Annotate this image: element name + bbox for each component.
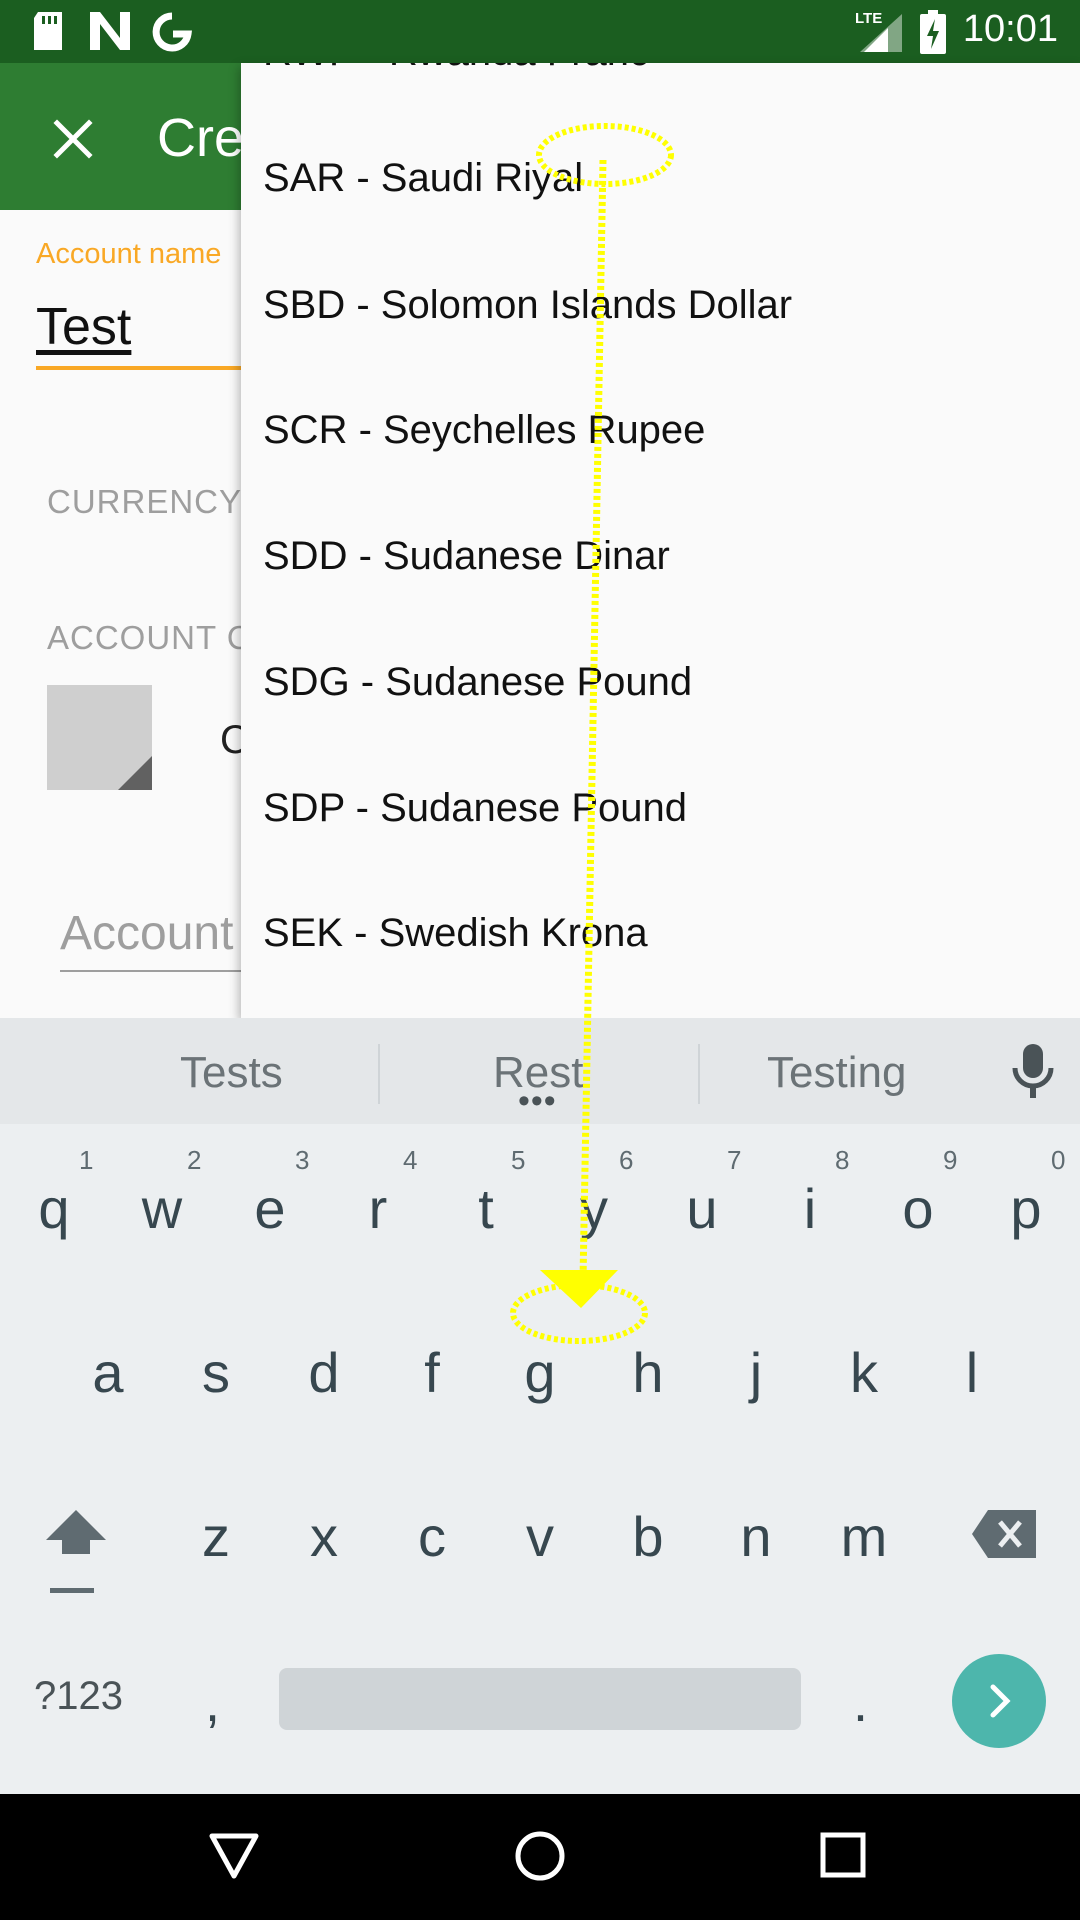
description-field[interactable]: Account — [60, 906, 233, 961]
account-name-field[interactable]: Test — [36, 297, 131, 357]
shift-key[interactable] — [44, 1508, 108, 1599]
symbols-key[interactable]: ?123 — [34, 1674, 123, 1719]
key-z[interactable]: z — [166, 1504, 266, 1569]
backspace-key[interactable] — [972, 1510, 1036, 1563]
dropdown-item[interactable]: SDP - Sudanese Pound — [263, 786, 687, 831]
back-icon[interactable] — [209, 1832, 259, 1885]
account-color-label: ACCOUNT C — [47, 619, 252, 656]
n-notification-icon — [90, 12, 130, 55]
key-l[interactable]: l — [922, 1340, 1022, 1405]
key-j[interactable]: j — [706, 1340, 806, 1405]
suggestion-bar: Tests Rest ••• Testing — [0, 1018, 1080, 1124]
account-name-label: Account name — [36, 238, 222, 270]
key-h[interactable]: h — [598, 1340, 698, 1405]
key-n[interactable]: n — [706, 1504, 806, 1569]
recent-apps-icon[interactable] — [820, 1832, 866, 1883]
dropdown-item[interactable]: SEK - Swedish Krona — [263, 911, 648, 956]
swatch-corner-indicator — [118, 756, 152, 790]
suggestion-item[interactable]: Testing — [767, 1048, 906, 1098]
status-time: 10:01 — [962, 8, 1058, 50]
key-x[interactable]: x — [274, 1504, 374, 1569]
key-b[interactable]: b — [598, 1504, 698, 1569]
dropdown-item[interactable]: SBD - Solomon Islands Dollar — [263, 283, 792, 328]
close-button[interactable] — [40, 106, 106, 172]
dropdown-item[interactable]: RWF - Rwanda Franc — [263, 63, 649, 75]
key-e[interactable]: e — [220, 1176, 320, 1241]
key-q[interactable]: q — [4, 1176, 104, 1241]
page-title: Cre — [157, 108, 245, 168]
close-icon — [53, 119, 93, 159]
space-key[interactable] — [279, 1668, 801, 1730]
battery-charging-icon — [920, 10, 946, 59]
key-hint: 5 — [511, 1145, 526, 1175]
dropdown-item[interactable]: SDD - Sudanese Dinar — [263, 534, 670, 579]
key-i[interactable]: i — [760, 1176, 860, 1241]
suggestion-divider — [378, 1044, 380, 1104]
key-d[interactable]: d — [274, 1340, 374, 1405]
key-c[interactable]: c — [382, 1504, 482, 1569]
key-hint: 0 — [1051, 1145, 1066, 1175]
key-hint: 2 — [187, 1145, 202, 1175]
key-s[interactable]: s — [166, 1340, 266, 1405]
color-swatch[interactable] — [47, 685, 152, 790]
key-o[interactable]: o — [868, 1176, 968, 1241]
key-t[interactable]: t — [436, 1176, 536, 1241]
key-k[interactable]: k — [814, 1340, 914, 1405]
more-suggestions-indicator: ••• — [518, 1082, 557, 1120]
navigation-bar — [0, 1794, 1080, 1920]
chevron-right-icon — [990, 1684, 1011, 1718]
key-m[interactable]: m — [814, 1504, 914, 1569]
key-hint: 3 — [295, 1145, 310, 1175]
home-icon[interactable] — [514, 1830, 566, 1887]
suggestion-divider — [698, 1044, 700, 1104]
key-hint: 6 — [619, 1145, 634, 1175]
currency-label: CURRENCY — [47, 483, 243, 520]
key-u[interactable]: u — [652, 1176, 752, 1241]
key-hint: 7 — [727, 1145, 742, 1175]
key-r[interactable]: r — [328, 1176, 428, 1241]
key-hint: 4 — [403, 1145, 418, 1175]
dropdown-item[interactable]: SAR - Saudi Riyal — [263, 156, 583, 201]
status-bar: LTE 10:01 — [0, 0, 1080, 63]
suggestion-item[interactable]: Tests — [180, 1048, 283, 1098]
key-y[interactable]: y — [544, 1176, 644, 1241]
currency-dropdown[interactable]: RWF - Rwanda Franc SAR - Saudi Riyal SBD… — [241, 63, 1080, 1018]
shift-icon — [46, 1510, 106, 1593]
key-v[interactable]: v — [490, 1504, 590, 1569]
enter-key[interactable] — [952, 1654, 1046, 1748]
period-key[interactable]: . — [853, 1672, 868, 1734]
google-icon — [152, 12, 192, 57]
key-hint: 9 — [943, 1145, 958, 1175]
key-w[interactable]: w — [112, 1176, 212, 1241]
backspace-icon — [972, 1510, 1036, 1558]
dropdown-item[interactable]: SCR - Seychelles Rupee — [263, 408, 705, 453]
dropdown-item[interactable]: SDG - Sudanese Pound — [263, 660, 692, 705]
comma-key[interactable]: , — [205, 1672, 220, 1734]
key-p[interactable]: p — [976, 1176, 1076, 1241]
key-g[interactable]: g — [490, 1340, 590, 1405]
key-hint: 1 — [79, 1145, 94, 1175]
key-f[interactable]: f — [382, 1340, 482, 1405]
signal-icon — [860, 14, 902, 57]
mic-icon[interactable] — [1008, 1044, 1058, 1105]
key-hint: 8 — [835, 1145, 850, 1175]
key-a[interactable]: a — [58, 1340, 158, 1405]
sd-card-icon — [32, 12, 64, 55]
